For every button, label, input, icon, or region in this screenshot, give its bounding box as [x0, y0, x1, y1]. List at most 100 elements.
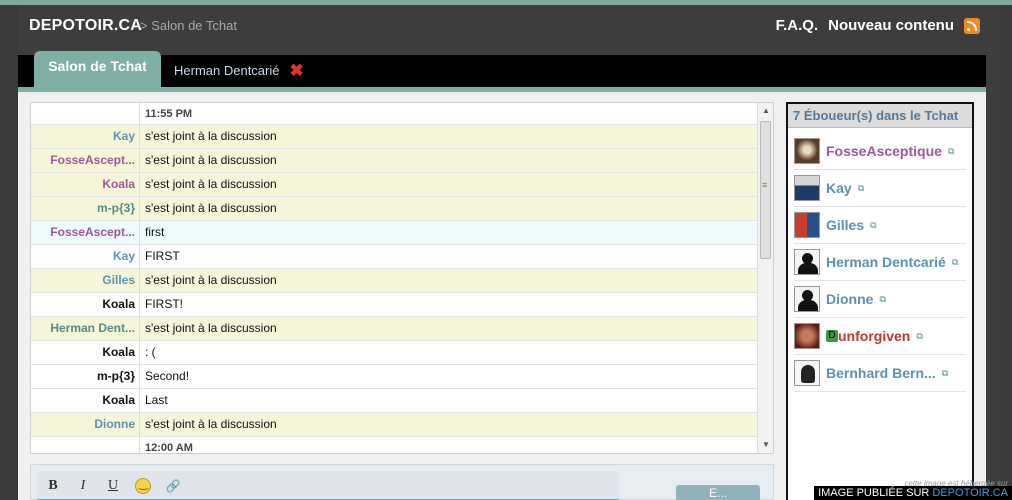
scroll-down-icon[interactable]: ▼ — [758, 437, 774, 453]
scroll-up-icon[interactable]: ▲ — [758, 103, 774, 119]
rss-icon[interactable] — [964, 17, 980, 34]
underline-button[interactable]: U — [105, 478, 121, 494]
avatar[interactable] — [794, 286, 820, 312]
chat-author[interactable]: FosseAscept... — [31, 221, 140, 244]
chat-message-row: Koala FIRST! — [31, 293, 758, 317]
new-content-link[interactable]: Nouveau contenu — [828, 17, 954, 34]
avatar[interactable] — [794, 212, 820, 238]
scroll-thumb[interactable] — [760, 121, 771, 259]
chat-message-row: m-p{3} Second! — [31, 365, 758, 389]
close-icon[interactable]: ✖ — [290, 62, 304, 79]
chat-message-text: s'est joint à la discussion — [145, 201, 277, 215]
chat-message-row: Koala: ( — [31, 341, 758, 365]
chat-author[interactable]: FosseAscept... — [31, 149, 140, 172]
message-editor: B I U 🔗 E... — [30, 464, 774, 500]
external-link-icon[interactable]: ⧉ — [879, 294, 885, 305]
chat-message-text: s'est joint à la discussion — [145, 321, 277, 335]
chat-time-row: 12:00 AM — [31, 437, 758, 453]
avatar[interactable] — [794, 138, 820, 164]
page-container: DEPOTOIR.CA > Salon de Tchat F.A.Q. Nouv… — [18, 5, 1000, 500]
chat-message-row: Kay FIRST — [31, 245, 758, 269]
avatar[interactable] — [794, 175, 820, 201]
chat-timestamp: 11:55 PM — [145, 108, 193, 120]
top-links: F.A.Q. Nouveau contenu — [776, 17, 980, 34]
chat-author[interactable]: m-p{3} — [31, 365, 140, 388]
chat-message-text: s'est joint à la discussion — [145, 129, 277, 143]
user-list-item[interactable]: Herman Dentcarié ⧉ — [794, 244, 966, 281]
user-list-item[interactable]: Dionne ⧉ — [794, 281, 966, 318]
chat-message-row: Koala Last — [31, 389, 758, 413]
user-name[interactable]: FosseAsceptique — [826, 143, 942, 159]
watermark: IMAGE PUBLIÉE SUR DEPOTOIR.CA — [814, 486, 1012, 500]
chat-message-text: FIRST! — [145, 297, 183, 311]
editor-toolbar: B I U 🔗 — [37, 471, 619, 500]
chat-author[interactable]: Kay — [31, 125, 140, 148]
chat-message-row: Gilles s'est joint à la discussion — [31, 269, 758, 293]
chat-author[interactable]: Gilles — [31, 269, 140, 292]
users-panel-title: 7 Éboueur(s) dans le Tchat — [788, 104, 972, 128]
send-button[interactable]: E... — [676, 485, 760, 500]
chat-message-text: Last — [145, 393, 168, 407]
external-link-icon[interactable]: ⧉ — [858, 183, 864, 194]
chat-author[interactable]: m-p{3} — [31, 197, 140, 220]
user-badge: D — [826, 330, 838, 342]
user-name[interactable]: Kay — [826, 180, 852, 196]
chat-author[interactable]: Koala — [31, 173, 140, 196]
chat-message-text: Second! — [145, 369, 190, 383]
avatar[interactable] — [794, 360, 820, 386]
chat-scrollbar[interactable]: ▲ ▼ — [757, 103, 773, 453]
user-list-item[interactable]: FosseAsceptique ⧉ — [794, 133, 966, 170]
link-icon[interactable]: 🔗 — [165, 479, 181, 493]
external-link-icon[interactable]: ⧉ — [948, 146, 954, 157]
chat-message-text: FIRST — [145, 249, 180, 263]
chat-message-text: s'est joint à la discussion — [145, 177, 277, 191]
user-list-item[interactable]: Kay ⧉ — [794, 170, 966, 207]
chat-author[interactable]: Kay — [31, 245, 140, 268]
user-list: FosseAsceptique ⧉ Kay ⧉ Gilles ⧉ Herman Dentca… — [788, 128, 972, 392]
chat-message-row: Kay s'est joint à la discussion — [31, 125, 758, 149]
external-link-icon[interactable]: ⧉ — [870, 220, 876, 231]
users-panel: 7 Éboueur(s) dans le Tchat FosseAsceptiq… — [786, 102, 974, 500]
breadcrumb: > Salon de Tchat — [140, 18, 237, 33]
italic-button[interactable]: I — [75, 478, 91, 494]
tab-private-chat[interactable]: Herman Dentcarié ✖ — [174, 62, 304, 79]
chat-message-row: FosseAscept... first — [31, 221, 758, 245]
avatar[interactable] — [794, 323, 820, 349]
external-link-icon[interactable]: ⧉ — [952, 257, 958, 268]
chat-author[interactable]: Herman Dent... — [31, 317, 140, 340]
chat-message-text: s'est joint à la discussion — [145, 273, 277, 287]
avatar[interactable] — [794, 249, 820, 275]
chat-log[interactable]: 11:55 PM Kay s'est joint à la discussion Fo… — [30, 102, 774, 454]
user-name[interactable]: Bernhard Bern... — [826, 365, 936, 381]
smiley-icon[interactable] — [135, 477, 151, 494]
external-link-icon[interactable]: ⧉ — [916, 331, 922, 342]
chat-author[interactable]: Koala — [31, 389, 140, 412]
watermark-prefix: IMAGE PUBLIÉE SUR — [818, 487, 933, 499]
user-list-item[interactable]: Dunforgiven ⧉ — [794, 318, 966, 355]
chat-time-row: 11:55 PM — [31, 103, 758, 125]
user-list-item[interactable]: Bernhard Bern... ⧉ — [794, 355, 966, 392]
site-header: DEPOTOIR.CA > Salon de Tchat F.A.Q. Nouv… — [18, 5, 1000, 55]
external-link-icon[interactable]: ⧉ — [942, 368, 948, 379]
tab-chat-room[interactable]: Salon de Tchat — [34, 51, 161, 87]
user-name[interactable]: Gilles — [826, 217, 864, 233]
user-name[interactable]: unforgiven — [838, 328, 910, 344]
chat-message-text: first — [145, 225, 165, 239]
bold-button[interactable]: B — [45, 478, 61, 494]
chat-timestamp: 12:00 AM — [145, 442, 193, 453]
user-name[interactable]: Herman Dentcarié — [826, 254, 946, 270]
chat-message-row: Herman Dent... s'est joint à la discussio… — [31, 317, 758, 341]
chat-author[interactable]: Koala — [31, 341, 140, 364]
faq-link[interactable]: F.A.Q. — [776, 17, 819, 34]
chat-author[interactable]: Dionne — [31, 413, 140, 436]
chat-author[interactable]: Koala — [31, 293, 140, 316]
site-logo[interactable]: DEPOTOIR.CA — [29, 17, 142, 35]
user-name[interactable]: Dionne — [826, 291, 873, 307]
chat-content: 11:55 PM Kay s'est joint à la discussion Fo… — [18, 92, 986, 500]
user-list-item[interactable]: Gilles ⧉ — [794, 207, 966, 244]
watermark-site: DEPOTOIR.CA — [932, 487, 1008, 499]
chat-message-text: s'est joint à la discussion — [145, 417, 277, 431]
chat-message-text: s'est joint à la discussion — [145, 153, 277, 167]
chat-message-row: FosseAscept... s'est joint à la discussio… — [31, 149, 758, 173]
tab-bar: Salon de Tchat Herman Dentcarié ✖ — [18, 51, 986, 87]
